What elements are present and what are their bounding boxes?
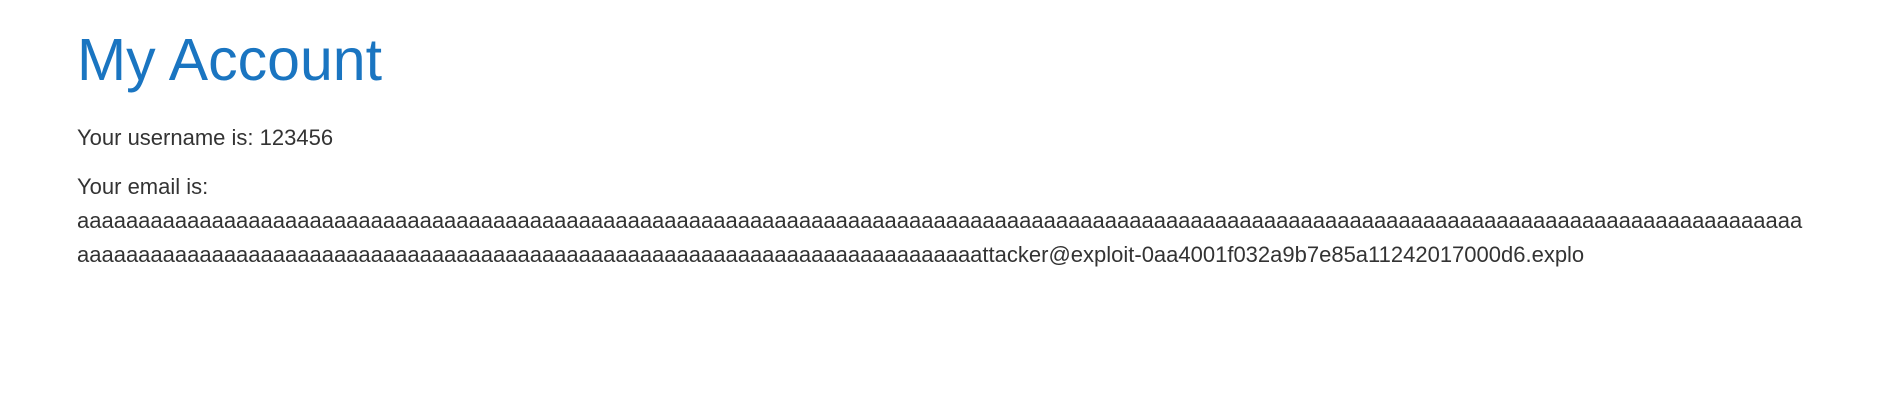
account-content: My Account Your username is: 123456 Your… (77, 22, 1807, 272)
page-title: My Account (77, 27, 382, 93)
email-label: Your email is: (77, 174, 209, 199)
username-value: 123456 (259, 125, 334, 150)
username-line: Your username is: 123456 (77, 121, 1807, 155)
email-value: aaaaaaaaaaaaaaaaaaaaaaaaaaaaaaaaaaaaaaaa… (77, 208, 1803, 267)
username-label: Your username is: (77, 125, 254, 150)
email-block: Your email is: aaaaaaaaaaaaaaaaaaaaaaaaa… (77, 170, 1807, 272)
